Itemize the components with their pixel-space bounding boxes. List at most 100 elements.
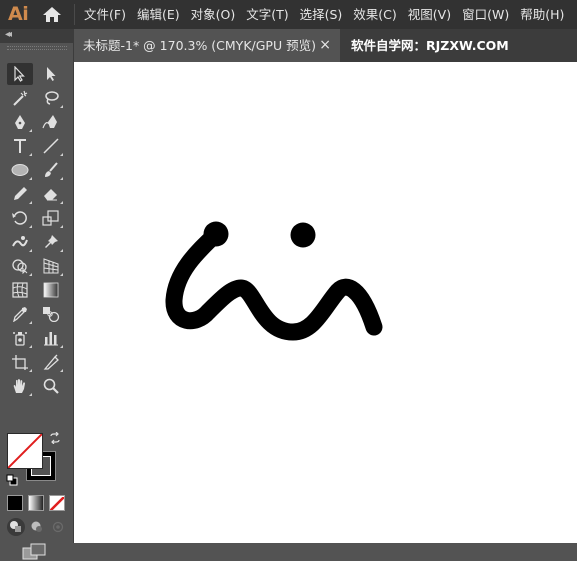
- fill-color-swatch[interactable]: [7, 433, 43, 469]
- tool-group-indicator: [60, 273, 63, 276]
- menu-edit[interactable]: 编辑(E): [137, 0, 180, 29]
- menu-effect[interactable]: 效果(C): [353, 0, 396, 29]
- eraser-icon: [44, 189, 57, 201]
- tool-group-indicator: [60, 153, 63, 156]
- line-segment-tool[interactable]: [38, 135, 64, 157]
- right-dot-shape[interactable]: [290, 222, 316, 248]
- tool-group-indicator: [29, 225, 32, 228]
- close-tab-icon[interactable]: ×: [319, 29, 331, 62]
- lasso-tool[interactable]: [38, 87, 64, 109]
- eyedropper-tool[interactable]: [7, 303, 33, 325]
- perspective-grid-tool[interactable]: [38, 255, 64, 277]
- tool-group-indicator: [29, 201, 32, 204]
- magic-wand-icon: [13, 90, 28, 106]
- tool-group-indicator: [29, 345, 32, 348]
- curvature-tool[interactable]: [38, 111, 64, 133]
- magic-wand-tool[interactable]: [7, 87, 33, 109]
- gradient-icon: [43, 282, 59, 298]
- pen-tool[interactable]: [7, 111, 33, 133]
- no-fill-slash-icon: [8, 434, 42, 468]
- draw-behind-button[interactable]: [28, 518, 46, 536]
- collapse-panel-icon[interactable]: ◂◂: [5, 28, 12, 42]
- puppet-warp-tool[interactable]: [38, 231, 64, 253]
- selection-arrow-icon: [14, 66, 25, 82]
- tool-group-indicator: [60, 105, 63, 108]
- column-graph-icon: [44, 332, 58, 346]
- menu-window[interactable]: 窗口(W): [462, 0, 509, 29]
- none-mode-button[interactable]: [49, 495, 65, 511]
- mesh-icon: [12, 282, 28, 298]
- mesh-tool[interactable]: [7, 279, 33, 301]
- column-graph-tool[interactable]: [38, 327, 64, 349]
- color-mode-button[interactable]: [7, 495, 23, 511]
- symbol-sprayer-icon: [13, 332, 27, 346]
- menu-select[interactable]: 选择(S): [300, 0, 343, 29]
- perspective-grid-icon: [43, 258, 59, 274]
- tool-group-indicator: [60, 249, 63, 252]
- draw-normal-button[interactable]: [7, 518, 25, 536]
- draw-inside-icon: [52, 521, 64, 533]
- warp-tool[interactable]: [7, 231, 33, 253]
- tool-group-indicator: [29, 393, 32, 396]
- tool-group-indicator: [29, 321, 32, 324]
- zoom-icon: [43, 378, 59, 394]
- squiggle-stroke-path[interactable]: [165, 226, 383, 341]
- document-tab[interactable]: 未标题-1* @ 170.3% (CMYK/GPU 预览) ×: [74, 29, 340, 62]
- menu-object[interactable]: 对象(O): [191, 0, 236, 29]
- canvas[interactable]: [74, 62, 577, 543]
- line-icon: [43, 138, 59, 154]
- draw-behind-icon: [31, 521, 42, 532]
- document-tab-bar: 未标题-1* @ 170.3% (CMYK/GPU 预览) × 软件自学网：RJ…: [74, 29, 577, 62]
- menu-divider: [74, 4, 75, 25]
- artboard-tool[interactable]: [7, 351, 33, 373]
- artwork[interactable]: [74, 62, 577, 543]
- panel-grip[interactable]: [7, 46, 67, 50]
- draw-inside-button[interactable]: [49, 518, 67, 536]
- gradient-mode-button[interactable]: [28, 495, 44, 511]
- none-slash-icon: [50, 496, 64, 510]
- tool-group-indicator: [29, 177, 32, 180]
- eyedropper-icon: [13, 307, 27, 322]
- tools-panel: ◂◂: [0, 29, 74, 560]
- swap-fill-stroke-icon[interactable]: [49, 432, 61, 444]
- watermark-label: 软件自学网：RJZXW.COM: [351, 38, 509, 53]
- scale-tool[interactable]: [38, 207, 64, 229]
- type-icon: [14, 139, 26, 153]
- screen-mode-icon[interactable]: [22, 543, 48, 561]
- menu-file[interactable]: 文件(F): [84, 0, 126, 29]
- tool-group-indicator: [29, 249, 32, 252]
- symbol-sprayer-tool[interactable]: [7, 327, 33, 349]
- left-dot-shape[interactable]: [203, 221, 229, 247]
- home-icon[interactable]: [42, 6, 62, 23]
- rotate-tool[interactable]: [7, 207, 33, 229]
- blend-tool[interactable]: [38, 303, 64, 325]
- selection-tool[interactable]: [7, 63, 33, 85]
- tools-panel-header: ◂◂: [0, 29, 73, 43]
- menu-view[interactable]: 视图(V): [408, 0, 451, 29]
- tool-group-indicator: [29, 153, 32, 156]
- menu-help[interactable]: 帮助(H): [520, 0, 564, 29]
- slice-icon: [43, 354, 59, 370]
- gradient-tool[interactable]: [38, 279, 64, 301]
- menu-type[interactable]: 文字(T): [246, 0, 288, 29]
- curvature-pen-icon: [42, 115, 57, 129]
- zoom-tool[interactable]: [38, 375, 64, 397]
- artboard-icon: [12, 355, 28, 370]
- direct-selection-tool[interactable]: [38, 63, 64, 85]
- tool-group-indicator: [60, 177, 63, 180]
- hand-tool[interactable]: [7, 375, 33, 397]
- hand-icon: [13, 379, 25, 393]
- tool-group-indicator: [29, 369, 32, 372]
- slice-tool[interactable]: [38, 351, 64, 373]
- ellipse-icon: [11, 164, 29, 176]
- paintbrush-tool[interactable]: [38, 159, 64, 181]
- pencil-tool[interactable]: [7, 183, 33, 205]
- eraser-tool[interactable]: [38, 183, 64, 205]
- type-tool[interactable]: [7, 135, 33, 157]
- default-fill-stroke-icon[interactable]: [6, 474, 18, 486]
- direct-selection-arrow-icon: [47, 67, 56, 81]
- warp-icon: [12, 236, 28, 247]
- shape-builder-tool[interactable]: [7, 255, 33, 277]
- paintbrush-icon: [45, 162, 58, 177]
- ellipse-tool[interactable]: [7, 159, 33, 181]
